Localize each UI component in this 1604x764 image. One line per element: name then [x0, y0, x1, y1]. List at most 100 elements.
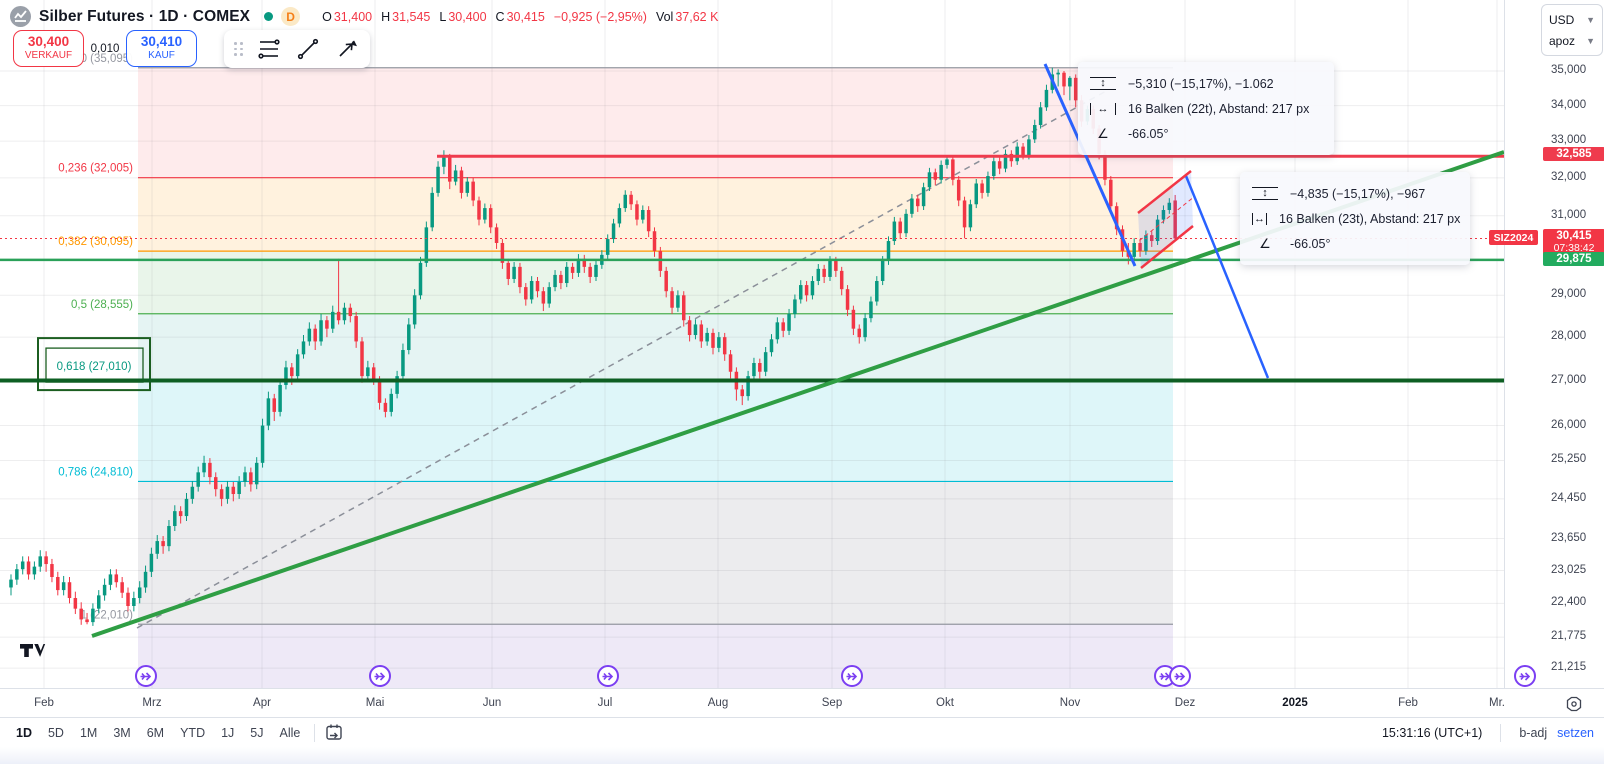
bar-range-icon: ↔: [1252, 212, 1267, 225]
fib-label: 0,382 (30,095): [58, 236, 133, 248]
open-value: 31,400: [333, 9, 373, 24]
bar-range-icon: ↔: [1090, 102, 1116, 115]
contract-roll-marker-icon[interactable]: [369, 665, 391, 687]
range-1M[interactable]: 1M: [74, 723, 103, 743]
price-tick: 25,250: [1551, 453, 1587, 466]
trade-panel: 30,400 VERKAUF 0,010 30,410 KAUF: [13, 30, 197, 67]
range-3M[interactable]: 3M: [107, 723, 136, 743]
month-label: Okt: [936, 697, 954, 709]
month-label: Dez: [1174, 697, 1196, 709]
axis-corner: [1504, 688, 1604, 717]
contract-roll-marker-icon[interactable]: [1514, 665, 1536, 687]
price-tick: 33,000: [1551, 134, 1587, 147]
badj-toggle[interactable]: b-adj: [1519, 726, 1547, 740]
month-label: 2025: [1282, 697, 1308, 709]
month-label: Mrz: [142, 697, 162, 709]
range-6M[interactable]: 6M: [141, 723, 170, 743]
month-label: Mr.: [1489, 697, 1505, 709]
price-range-icon: ↕: [1252, 187, 1278, 200]
ohlc-values: O 31,400 H 31,545 L 30,400 C 30,415 −0,925 (…: [322, 9, 719, 24]
axis-settings-gear-icon[interactable]: [1565, 695, 1583, 718]
divider: [1500, 723, 1502, 742]
price-tick: 24,450: [1551, 491, 1587, 504]
interval-badge[interactable]: D: [281, 7, 301, 26]
sell-button[interactable]: 30,400 VERKAUF: [13, 30, 84, 67]
divider: [314, 723, 316, 742]
price-tick: 23,025: [1551, 563, 1587, 576]
change-value: −0,925 (−2,95%): [553, 9, 647, 24]
fib-label: 0,5 (28,555): [71, 299, 133, 311]
fib-band: [138, 380, 1173, 482]
time-axis[interactable]: Feb Mrz Apr Mai Jun Jul Aug Sep Okt Nov Dez 2025 Feb…: [0, 688, 1505, 717]
range-1J[interactable]: 1J: [215, 723, 240, 743]
measure-tooltip-1: ↕ −5,310 (−15,17%), −1.062 ↔ 16 Balken (22…: [1078, 62, 1334, 155]
price-tick: 21,215: [1551, 661, 1587, 674]
price-tick: 35,000: [1551, 64, 1587, 76]
symbol-legend: Silber Futures · 1D · COMEX D O 31,400 H3…: [10, 6, 718, 27]
range-switcher: 1D 5D 1M 3M 6M YTD 1J 5J Alle: [10, 723, 306, 743]
contract-roll-marker-icon[interactable]: [841, 665, 863, 687]
fib-band: [138, 624, 1173, 688]
month-label: Sep: [821, 697, 843, 709]
angle-icon: ∠: [1259, 235, 1271, 251]
month-label: Jun: [482, 697, 502, 709]
unit-select[interactable]: apoz ▼: [1549, 30, 1595, 51]
volume-value: 37,62 K: [675, 9, 719, 24]
contract-badge: SIZ2024: [1489, 230, 1538, 246]
range-5J[interactable]: 5J: [244, 723, 269, 743]
contract-roll-marker-icon[interactable]: [135, 665, 157, 687]
currency-select[interactable]: USD ▼: [1549, 9, 1595, 30]
price-badge-29875: 29,875: [1543, 251, 1604, 266]
drag-handle-icon[interactable]: [234, 42, 243, 56]
price-tick: 31,000: [1551, 208, 1587, 221]
fib-label: 0,236 (32,005): [58, 163, 133, 175]
range-5D[interactable]: 5D: [42, 723, 70, 743]
month-label: Aug: [707, 697, 729, 709]
spread-value: 0,010: [90, 42, 120, 55]
buy-button[interactable]: 30,410 KAUF: [126, 30, 197, 67]
price-range-icon: ↕: [1090, 77, 1116, 90]
fib-label: 0,618 (27,010): [57, 361, 132, 373]
fib-label: 0,786 (24,810): [58, 466, 133, 478]
chevron-down-icon: ▼: [1586, 35, 1595, 46]
bottom-strip: [0, 747, 1604, 764]
contract-roll-marker-icon[interactable]: [1169, 665, 1191, 687]
market-open-dot-icon: [264, 12, 274, 21]
chevron-down-icon: ▼: [1586, 14, 1595, 25]
price-tick: 27,000: [1551, 373, 1587, 386]
month-label: Apr: [253, 697, 271, 709]
price-badge-32585: 32,585: [1543, 147, 1604, 162]
setzen-link[interactable]: setzen: [1557, 726, 1594, 740]
price-axis[interactable]: USD ▼ apoz ▼ 35,000 34,000 33,000 32,000 31,00…: [1504, 0, 1604, 688]
price-tick: 28,000: [1551, 330, 1587, 343]
price-tick: 29,000: [1551, 288, 1587, 301]
drawing-toolbar: [224, 30, 370, 68]
measure-tooltip-2: ↕ −4,835 (−15,17%), −967 ↔ 16 Balken (23t)…: [1240, 172, 1470, 265]
close-value: 30,415: [506, 9, 545, 24]
range-1D[interactable]: 1D: [10, 723, 38, 743]
contract-roll-marker-icon[interactable]: [597, 665, 619, 687]
month-label: Nov: [1059, 697, 1081, 709]
clock[interactable]: 15:31:16 (UTC+1): [1382, 726, 1482, 740]
trend-line-icon[interactable]: [295, 36, 321, 62]
price-tick: 22,400: [1551, 596, 1587, 609]
price-tick: 34,000: [1551, 98, 1587, 111]
range-YTD[interactable]: YTD: [174, 723, 211, 743]
symbol-title[interactable]: Silber Futures · 1D · COMEX: [39, 8, 250, 26]
tradingview-logo[interactable]: [20, 644, 50, 669]
range-Alle[interactable]: Alle: [274, 723, 307, 743]
bottom-toolbar: 1D 5D 1M 3M 6M YTD 1J 5J Alle 15:31:16 (UTC+1) b…: [0, 717, 1604, 747]
month-label: Feb: [34, 697, 54, 709]
go-to-date-icon[interactable]: [323, 722, 345, 744]
angle-icon: ∠: [1097, 125, 1109, 141]
price-tick: 23,650: [1551, 531, 1587, 544]
fib-retracement-icon[interactable]: [256, 36, 282, 62]
month-label: Mai: [365, 697, 385, 709]
price-tick: 32,000: [1551, 170, 1587, 183]
tradingview-chart-app: { "header": { "title": "Silber Futures ·…: [0, 0, 1604, 764]
arrow-marker-icon[interactable]: [334, 36, 360, 62]
high-value: 31,545: [392, 9, 431, 24]
low-value: 30,400: [448, 9, 487, 24]
price-tick: 21,775: [1551, 630, 1587, 643]
unit-selector: USD ▼ apoz ▼: [1541, 4, 1603, 56]
